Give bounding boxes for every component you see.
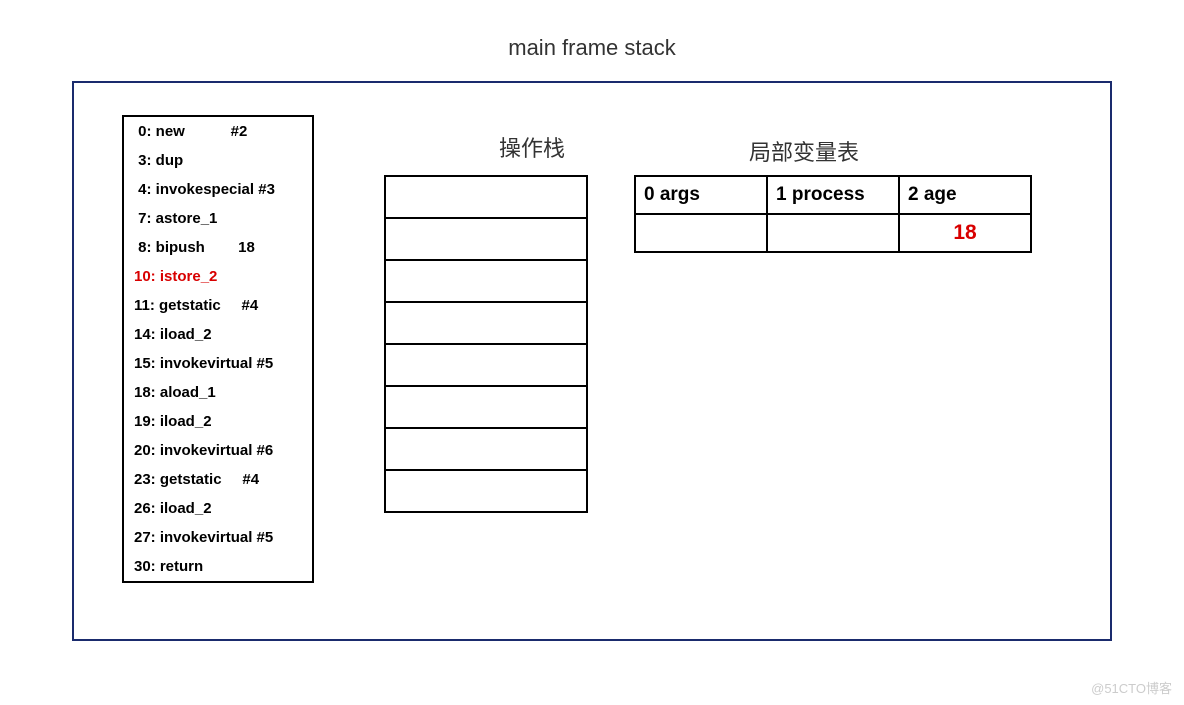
bytecode-line: 18: aload_1 <box>124 378 312 407</box>
locals-value-2: 18 <box>899 214 1031 252</box>
locals-value-row: 18 <box>635 214 1031 252</box>
watermark: @51CTO博客 <box>1091 678 1172 697</box>
bytecode-line: 0: new #2 <box>124 117 312 146</box>
bytecode-line: 30: return <box>124 552 312 581</box>
locals-table: 0 args 1 process 2 age 18 <box>634 175 1032 253</box>
page-title: main frame stack <box>0 0 1184 81</box>
locals-header-row: 0 args 1 process 2 age <box>635 176 1031 214</box>
stack-cell <box>386 471 586 513</box>
locals-value-0 <box>635 214 767 252</box>
main-frame: 0: new #2 3: dup 4: invokespecial #3 7: … <box>72 81 1112 641</box>
stack-cell <box>386 261 586 303</box>
bytecode-line: 3: dup <box>124 146 312 175</box>
bytecode-line: 11: getstatic #4 <box>124 291 312 320</box>
locals-header-0: 0 args <box>635 176 767 214</box>
bytecode-line: 14: iload_2 <box>124 320 312 349</box>
bytecode-line: 23: getstatic #4 <box>124 465 312 494</box>
bytecode-line: 8: bipush 18 <box>124 233 312 262</box>
stack-cell <box>386 429 586 471</box>
bytecode-line: 4: invokespecial #3 <box>124 175 312 204</box>
bytecode-line: 20: invokevirtual #6 <box>124 436 312 465</box>
bytecode-line: 19: iload_2 <box>124 407 312 436</box>
bytecode-list: 0: new #2 3: dup 4: invokespecial #3 7: … <box>122 115 314 583</box>
locals-header-2: 2 age <box>899 176 1031 214</box>
operand-stack <box>384 175 588 513</box>
stack-cell <box>386 303 586 345</box>
stack-cell <box>386 345 586 387</box>
locals-title: 局部变量表 <box>749 135 859 167</box>
bytecode-line: 27: invokevirtual #5 <box>124 523 312 552</box>
locals-value-1 <box>767 214 899 252</box>
operand-stack-title: 操作栈 <box>499 131 565 163</box>
stack-cell <box>386 219 586 261</box>
stack-cell <box>386 387 586 429</box>
bytecode-line: 10: istore_2 <box>124 262 312 291</box>
locals-header-1: 1 process <box>767 176 899 214</box>
bytecode-line: 26: iload_2 <box>124 494 312 523</box>
bytecode-line: 7: astore_1 <box>124 204 312 233</box>
bytecode-line: 15: invokevirtual #5 <box>124 349 312 378</box>
stack-cell <box>386 177 586 219</box>
